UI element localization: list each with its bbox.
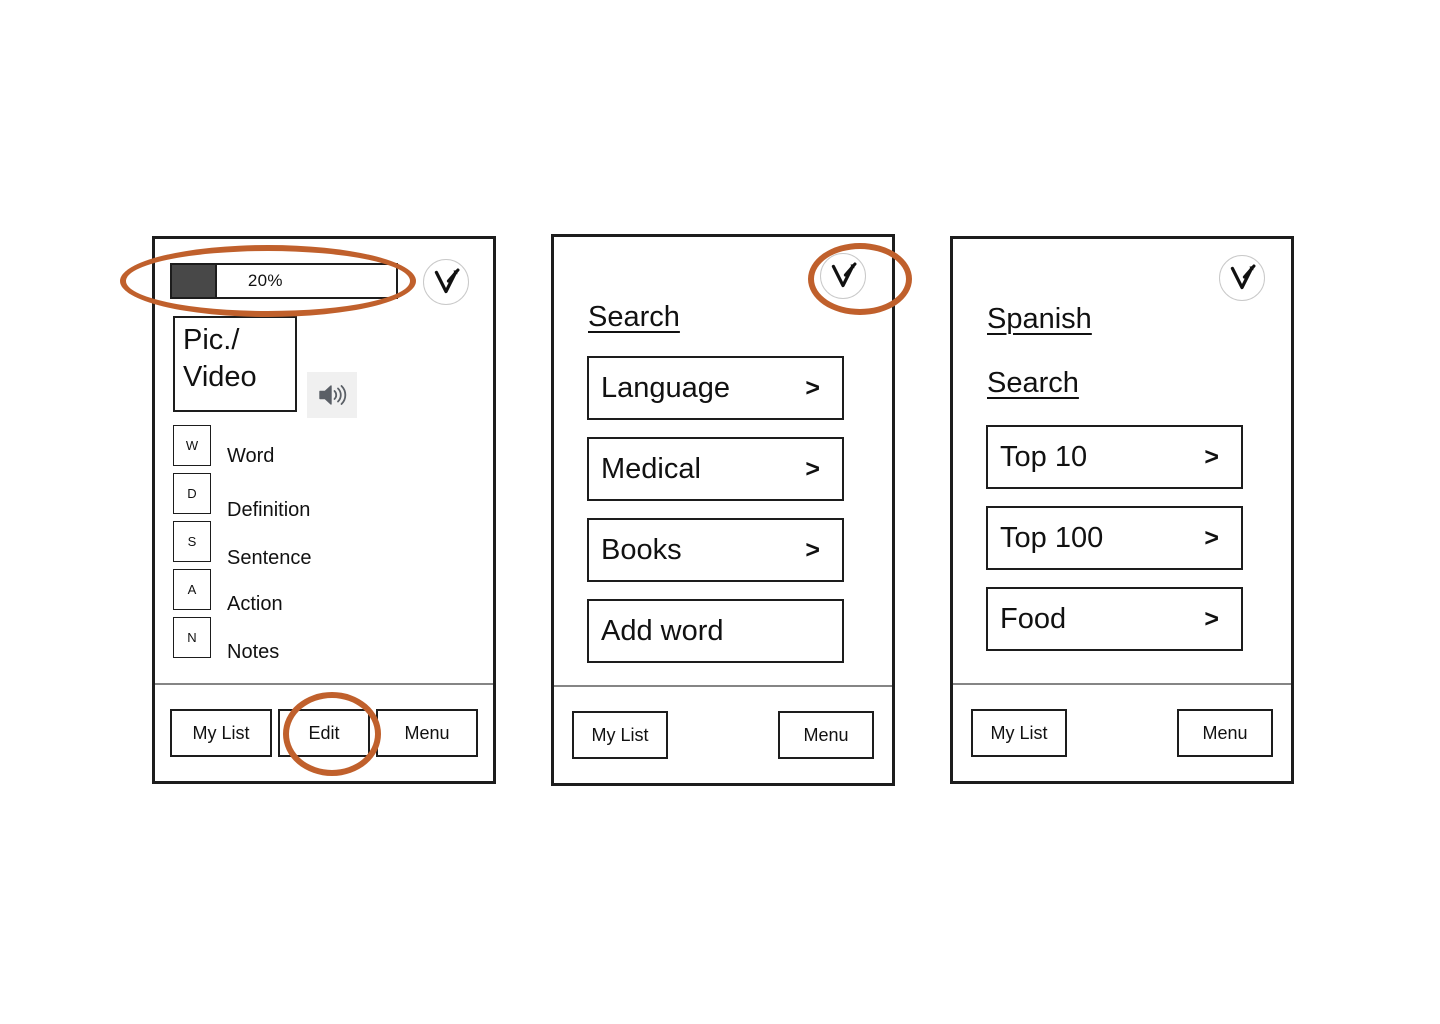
attribute-label: Definition — [227, 499, 311, 521]
result-list: Top 10 > Top 100 > Food > — [986, 425, 1243, 668]
pic-video-label-line2: Video — [183, 360, 257, 393]
section-title: Search — [987, 367, 1079, 399]
phone-frame-word-detail: 20% Pic./ Video W Word D Definition S Se… — [152, 236, 496, 784]
list-item-top-10[interactable]: Top 10 > — [986, 425, 1243, 489]
progress-bar-fill — [172, 265, 217, 297]
screen1-body: 20% Pic./ Video W Word D Definition S Se… — [155, 239, 493, 685]
screen3-bottom-bar: My List Menu — [953, 685, 1291, 781]
add-word-button[interactable]: Add word — [587, 599, 844, 663]
attribute-row-word[interactable]: W Word — [173, 425, 473, 473]
attribute-label: Notes — [227, 641, 280, 663]
attribute-key-box: S — [173, 521, 211, 562]
category-item-language[interactable]: Language > — [587, 356, 844, 420]
v-arrow-icon[interactable] — [820, 253, 866, 299]
category-label: Add word — [601, 614, 724, 647]
list-item-label: Food — [1000, 602, 1067, 635]
my-list-button[interactable]: My List — [971, 709, 1067, 757]
pic-video-placeholder[interactable]: Pic./ Video — [173, 316, 297, 412]
screen3-body: Spanish Search Top 10 > Top 100 > Food > — [953, 239, 1291, 685]
list-item-label: Top 100 — [1000, 521, 1104, 554]
list-item-label: Top 10 — [1000, 440, 1088, 473]
category-list: Language > Medical > Books > Add word — [587, 356, 844, 680]
edit-button[interactable]: Edit — [278, 709, 370, 757]
attribute-key-box: N — [173, 617, 211, 658]
screen1-topbar: 20% — [155, 239, 493, 305]
phone-frame-search-categories: Search Language > Medical > Books > Add … — [551, 234, 895, 786]
screen2-body: Search Language > Medical > Books > Add … — [554, 237, 892, 687]
category-item-medical[interactable]: Medical > — [587, 437, 844, 501]
category-item-books[interactable]: Books > — [587, 518, 844, 582]
chevron-right-icon: > — [805, 373, 820, 402]
attribute-row-action[interactable]: A Action — [173, 569, 473, 617]
list-item-top-100[interactable]: Top 100 > — [986, 506, 1243, 570]
menu-button[interactable]: Menu — [778, 711, 874, 759]
attribute-list: W Word D Definition S Sentence A Action … — [173, 425, 473, 665]
chevron-right-icon: > — [805, 454, 820, 483]
attribute-key-box: W — [173, 425, 211, 466]
menu-button[interactable]: Menu — [376, 709, 478, 757]
page-title: Spanish — [987, 303, 1092, 335]
pic-video-label-line1: Pic./ — [183, 324, 240, 356]
attribute-row-sentence[interactable]: S Sentence — [173, 521, 473, 569]
category-label: Language — [601, 371, 731, 404]
chevron-right-icon: > — [1204, 604, 1219, 633]
attribute-label: Action — [227, 593, 283, 615]
my-list-button[interactable]: My List — [170, 709, 272, 757]
chevron-right-icon: > — [1204, 442, 1219, 471]
screen2-bottom-bar: My List Menu — [554, 687, 892, 783]
progress-bar-label: 20% — [247, 271, 283, 290]
attribute-label: Sentence — [227, 547, 312, 569]
attribute-row-definition[interactable]: D Definition — [173, 473, 473, 521]
speaker-icon[interactable] — [307, 372, 357, 418]
wireframe-canvas: 20% Pic./ Video W Word D Definition S Se… — [0, 0, 1440, 1024]
v-arrow-icon[interactable] — [1219, 255, 1265, 301]
phone-frame-spanish-search: Spanish Search Top 10 > Top 100 > Food >… — [950, 236, 1294, 784]
v-arrow-icon[interactable] — [423, 259, 469, 305]
category-label: Books — [601, 533, 682, 566]
menu-button[interactable]: Menu — [1177, 709, 1273, 757]
attribute-key-box: A — [173, 569, 211, 610]
attribute-row-notes[interactable]: N Notes — [173, 617, 473, 665]
progress-bar[interactable]: 20% — [170, 263, 398, 299]
screen1-bottom-bar: My List Edit Menu — [155, 685, 493, 781]
chevron-right-icon: > — [805, 535, 820, 564]
page-title: Search — [588, 301, 680, 333]
list-item-food[interactable]: Food > — [986, 587, 1243, 651]
attribute-label: Word — [227, 445, 275, 467]
attribute-key-box: D — [173, 473, 211, 514]
my-list-button[interactable]: My List — [572, 711, 668, 759]
category-label: Medical — [601, 452, 701, 485]
chevron-right-icon: > — [1204, 523, 1219, 552]
